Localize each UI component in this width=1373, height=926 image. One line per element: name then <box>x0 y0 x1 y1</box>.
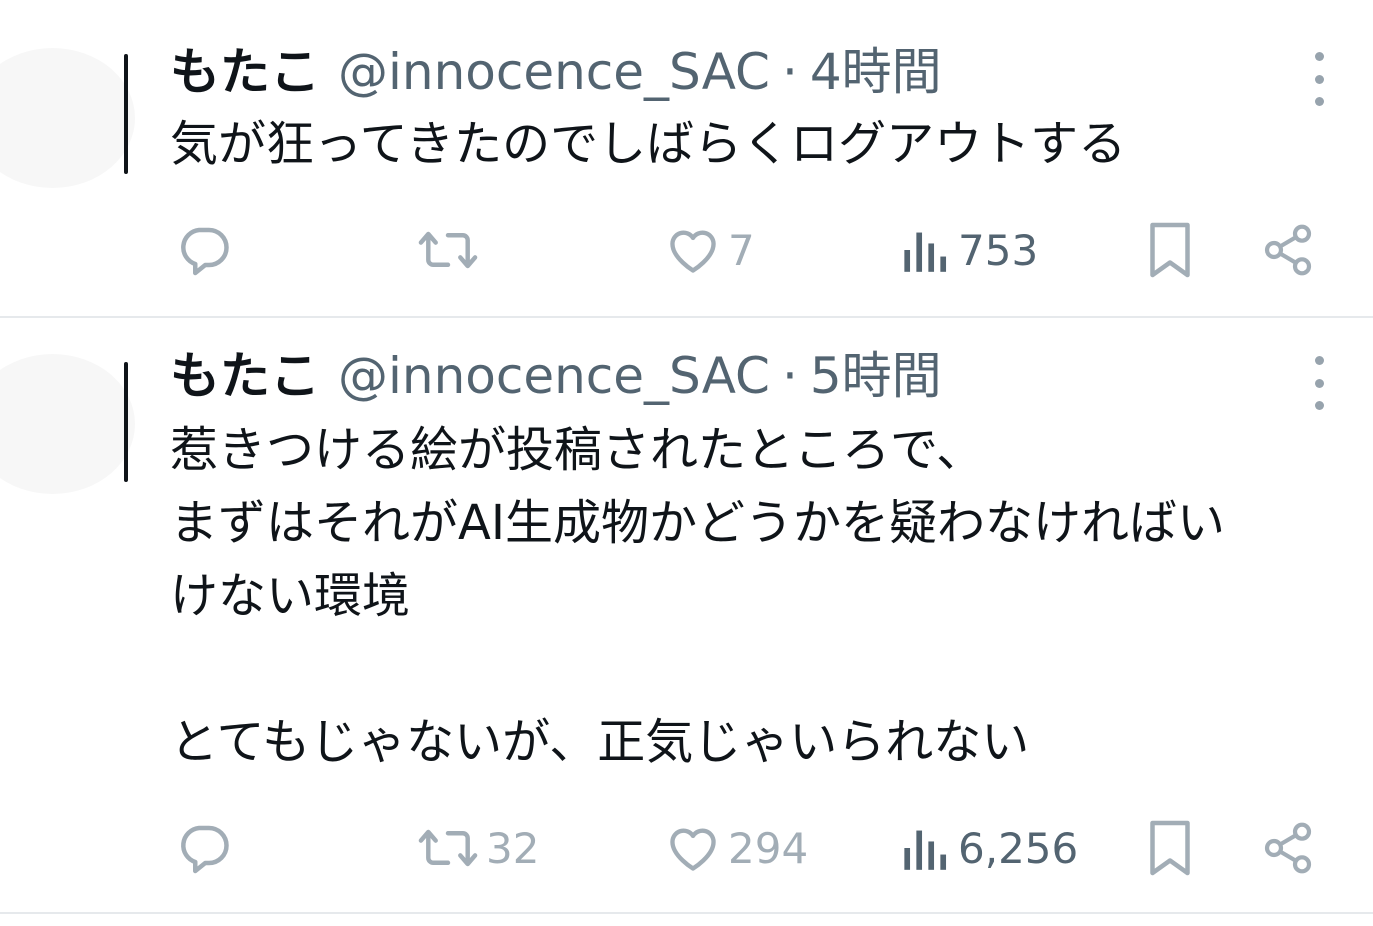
action-bar: 32 294 6,256 <box>0 816 1373 880</box>
tweet-header: もたこ @innocence_SAC · 5時間 <box>170 344 942 408</box>
author-name[interactable]: もたこ <box>170 40 320 104</box>
view-count: 753 <box>958 225 1039 275</box>
timestamp[interactable]: 5時間 <box>810 344 942 408</box>
bookmark-button[interactable] <box>1144 218 1196 282</box>
tweet[interactable]: もたこ @innocence_SAC · 4時間 気が狂ってきたのでしばらくログ… <box>0 0 1373 318</box>
reply-icon <box>181 825 229 874</box>
more-icon <box>1314 356 1324 365</box>
reply-button[interactable] <box>174 218 240 282</box>
reply-button[interactable] <box>174 816 240 880</box>
like-button[interactable]: 294 <box>664 816 808 880</box>
separator: · <box>781 43 798 101</box>
tweet-text: 気が狂ってきたのでしばらくログアウトする <box>170 116 1127 172</box>
like-icon <box>670 828 716 871</box>
action-bar: 7 753 <box>0 218 1373 282</box>
more-options-button[interactable] <box>1309 356 1329 410</box>
views-icon <box>904 830 947 870</box>
tweet-text: 惹きつける絵が投稿されたところで、 まずはそれがAI生成物かどうかを疑わなければ… <box>170 422 1225 770</box>
like-button[interactable]: 7 <box>664 218 755 282</box>
views-button[interactable]: 753 <box>900 218 1038 282</box>
avatar[interactable] <box>0 48 135 188</box>
like-count: 294 <box>728 823 809 873</box>
avatar-edge <box>124 54 128 174</box>
retweet-count: 32 <box>486 823 540 873</box>
retweet-button[interactable]: 32 <box>416 816 539 880</box>
author-handle[interactable]: @innocence_SAC <box>338 344 770 408</box>
share-icon <box>1264 822 1312 874</box>
author-name[interactable]: もたこ <box>170 344 320 408</box>
like-count: 7 <box>728 225 755 275</box>
retweet-icon <box>418 231 478 269</box>
avatar-edge <box>124 362 128 482</box>
views-icon <box>904 232 947 272</box>
bookmark-icon <box>1150 222 1190 278</box>
share-icon <box>1264 224 1312 276</box>
view-count: 6,256 <box>958 823 1079 873</box>
more-options-button[interactable] <box>1309 52 1329 106</box>
share-button[interactable] <box>1260 218 1316 282</box>
retweet-button[interactable] <box>416 218 486 282</box>
retweet-icon <box>418 829 478 867</box>
timestamp[interactable]: 4時間 <box>810 40 942 104</box>
reply-icon <box>181 227 229 276</box>
tweet-header: もたこ @innocence_SAC · 4時間 <box>170 40 942 104</box>
tweet[interactable]: もたこ @innocence_SAC · 5時間 惹きつける絵が投稿されたところ… <box>0 318 1373 914</box>
bookmark-icon <box>1150 820 1190 876</box>
share-button[interactable] <box>1260 816 1316 880</box>
views-button[interactable]: 6,256 <box>900 816 1078 880</box>
bookmark-button[interactable] <box>1144 816 1196 880</box>
like-icon <box>670 230 716 273</box>
author-handle[interactable]: @innocence_SAC <box>338 40 770 104</box>
separator: · <box>781 347 798 405</box>
more-icon <box>1314 52 1324 61</box>
avatar[interactable] <box>0 354 135 494</box>
